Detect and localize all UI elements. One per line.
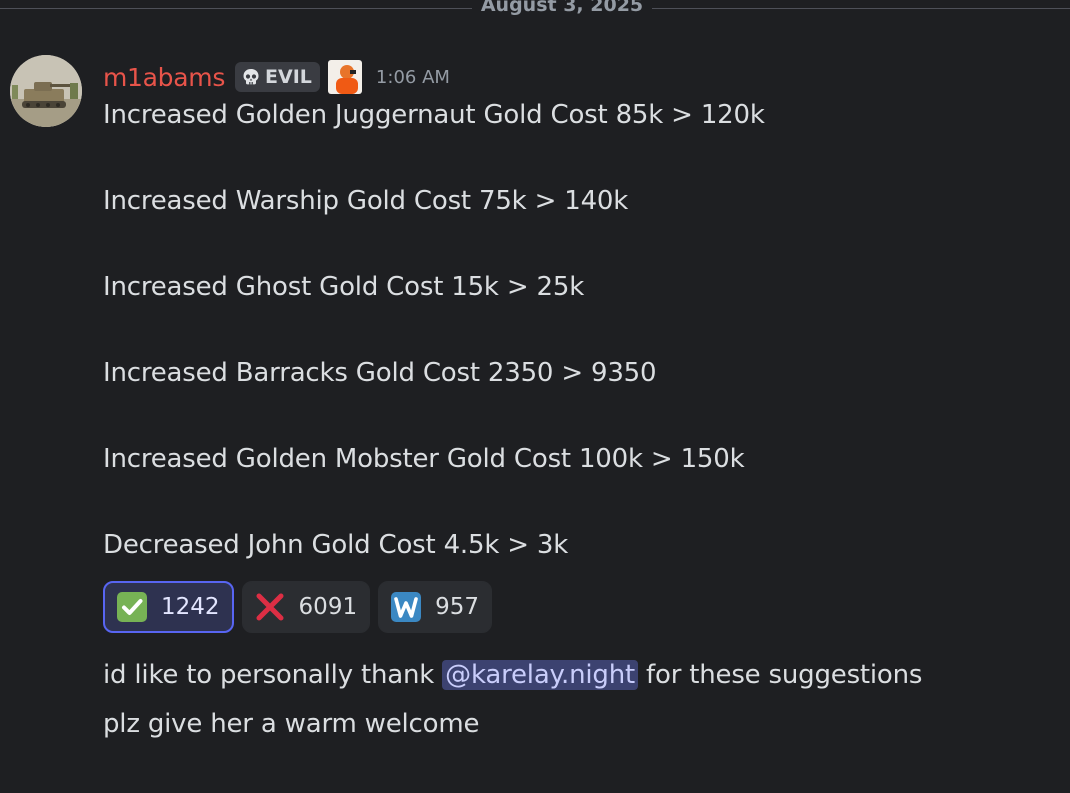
followup-line: id like to personally thank @karelay.nig…	[103, 660, 922, 690]
divider-line-right	[652, 8, 1070, 9]
white-check-mark-icon	[115, 590, 149, 624]
followup-line-2: plz give her a warm welcome	[103, 709, 480, 739]
date-divider-label: August 3, 2025	[480, 0, 644, 16]
chat-view: August 3, 2025 m1abams EVIL 1:06 AM Incr…	[0, 0, 1070, 793]
guild-tag[interactable]: EVIL	[235, 62, 320, 92]
role-icon[interactable]	[327, 60, 362, 94]
reaction-bar: 1242 6091 957	[103, 581, 492, 633]
reaction-cross[interactable]: 6091	[241, 581, 371, 633]
message-line: Increased Barracks Gold Cost 2350 > 9350	[103, 358, 657, 388]
message-line: Increased Golden Juggernaut Gold Cost 85…	[103, 100, 765, 130]
cross-mark-icon	[253, 590, 287, 624]
guild-tag-label: EVIL	[265, 66, 312, 88]
followup-text-prefix: id like to personally thank	[103, 660, 443, 690]
regional-indicator-w-icon	[389, 590, 423, 624]
reaction-w[interactable]: 957	[378, 581, 492, 633]
message-timestamp[interactable]: 1:06 AM	[376, 67, 450, 88]
reaction-check[interactable]: 1242	[103, 581, 234, 633]
username[interactable]: m1abams	[103, 63, 225, 92]
reaction-count: 957	[435, 594, 479, 620]
message-line: Increased Warship Gold Cost 75k > 140k	[103, 186, 629, 216]
message-line: Increased Golden Mobster Gold Cost 100k …	[103, 444, 745, 474]
user-mention[interactable]: @karelay.night	[442, 660, 638, 690]
date-divider: August 3, 2025	[0, 0, 1070, 20]
message-line: Decreased John Gold Cost 4.5k > 3k	[103, 530, 569, 560]
followup-text-suffix: for these suggestions	[637, 660, 923, 690]
divider-line-left	[0, 8, 472, 9]
message-header: m1abams EVIL 1:06 AM	[103, 57, 450, 97]
message-line: Increased Ghost Gold Cost 15k > 25k	[103, 272, 585, 302]
reaction-count: 6091	[298, 594, 358, 620]
skull-icon	[243, 69, 259, 85]
avatar[interactable]	[10, 55, 82, 127]
reaction-count: 1242	[161, 594, 220, 620]
